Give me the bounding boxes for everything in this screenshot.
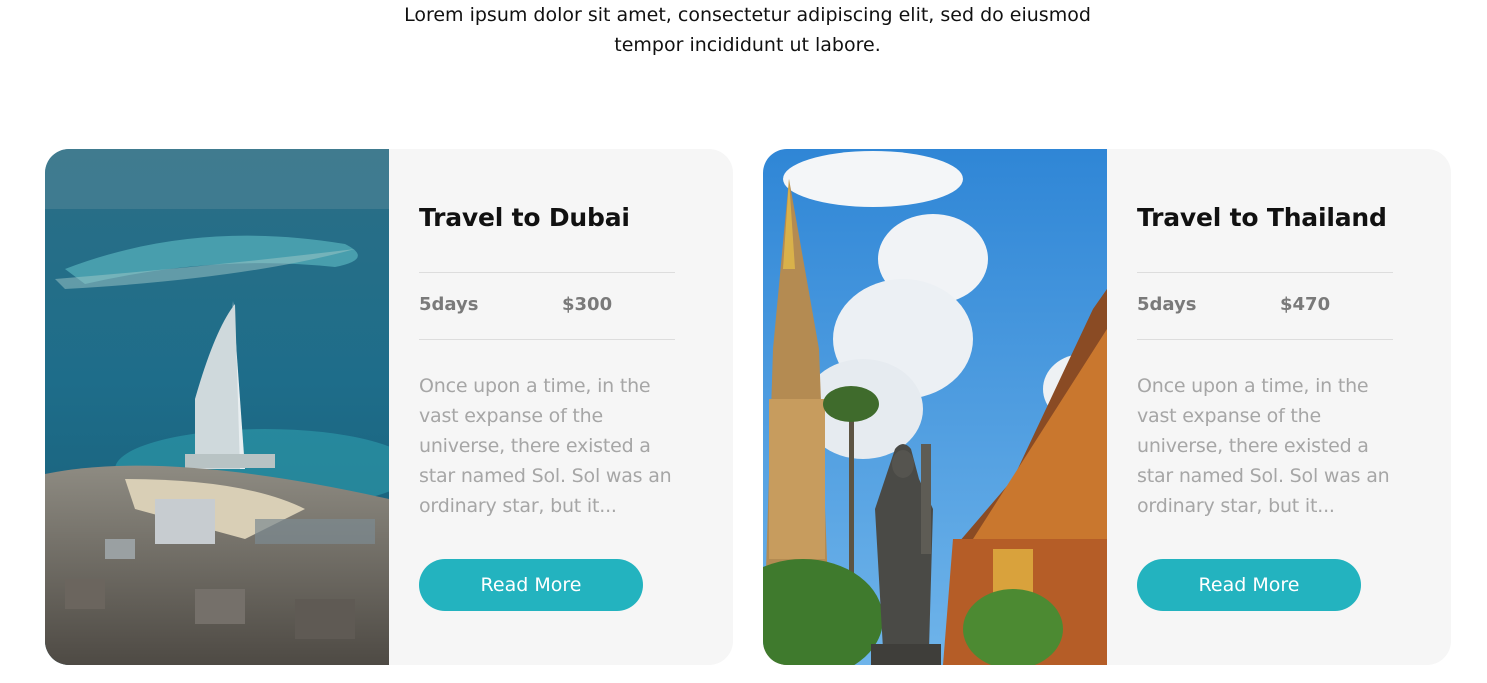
card-title: Travel to Thailand (1137, 203, 1387, 232)
intro-line-2: tempor incididunt ut labore. (614, 34, 881, 56)
card-excerpt: Once upon a time, in the vast expanse of… (1137, 375, 1390, 517)
card-content: Travel to Dubai 5days $300 Once upon a t… (419, 149, 675, 665)
trip-duration: 5days (1137, 294, 1197, 315)
divider (419, 339, 675, 340)
dubai-photo (45, 149, 389, 665)
trip-duration: 5days (419, 294, 479, 315)
trip-price: $470 (1280, 294, 1331, 315)
intro-line-1: Lorem ipsum dolor sit amet, consectetur … (404, 4, 1091, 26)
divider (1137, 272, 1393, 273)
intro-text: Lorem ipsum dolor sit amet, consectetur … (370, 0, 1125, 60)
read-more-button[interactable]: Read More (419, 559, 643, 611)
divider (419, 272, 675, 273)
tour-card-dubai: Travel to Dubai 5days $300 Once upon a t… (45, 149, 733, 665)
thailand-photo (763, 149, 1107, 665)
card-title: Travel to Dubai (419, 203, 630, 232)
card-excerpt: Once upon a time, in the vast expanse of… (419, 375, 672, 517)
trip-price: $300 (562, 294, 613, 315)
card-content: Travel to Thailand 5days $470 Once upon … (1137, 149, 1393, 665)
tour-card-thailand: Travel to Thailand 5days $470 Once upon … (763, 149, 1451, 665)
read-more-button[interactable]: Read More (1137, 559, 1361, 611)
divider (1137, 339, 1393, 340)
